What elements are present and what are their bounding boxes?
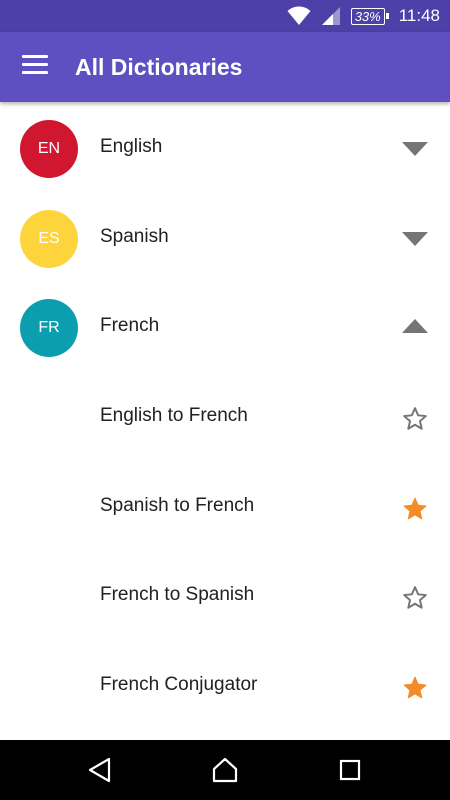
back-icon[interactable] — [85, 756, 115, 784]
language-row-english[interactable]: EN English — [0, 102, 450, 192]
recents-icon[interactable] — [335, 756, 365, 784]
language-avatar: EN — [20, 120, 78, 178]
app-bar: All Dictionaries — [0, 32, 450, 102]
wifi-icon — [287, 6, 311, 25]
dictionary-label: Spanish to French — [100, 494, 255, 516]
star-filled-icon[interactable] — [402, 496, 428, 522]
dictionary-list: EN English ES Spanish FR French English … — [0, 102, 450, 730]
star-filled-icon[interactable] — [402, 675, 428, 701]
collapse-icon[interactable] — [402, 319, 428, 334]
dictionary-label: French to Spanish — [100, 584, 255, 606]
language-label: French — [100, 315, 160, 337]
battery-level: 33% — [350, 7, 385, 25]
dictionary-label: English to French — [100, 405, 248, 427]
dictionary-item-spanish-to-french[interactable]: Spanish to French — [0, 461, 450, 551]
cell-signal-icon — [321, 7, 340, 25]
status-bar: 33% 11:48 — [0, 0, 450, 32]
expand-icon[interactable] — [402, 142, 428, 156]
star-empty-icon[interactable] — [402, 406, 428, 432]
dictionary-item-french-to-spanish[interactable]: French to Spanish — [0, 550, 450, 640]
language-row-french[interactable]: FR French — [0, 281, 450, 371]
expand-icon[interactable] — [402, 231, 428, 246]
dictionary-item-english-to-french[interactable]: English to French — [0, 371, 450, 461]
language-label: English — [100, 136, 163, 157]
language-label: Spanish — [100, 225, 169, 247]
language-row-spanish[interactable]: ES Spanish — [0, 192, 450, 282]
home-icon[interactable] — [210, 756, 240, 784]
page-title: All Dictionaries — [75, 54, 243, 80]
dictionary-label: French Conjugator — [100, 674, 258, 696]
language-avatar: ES — [20, 209, 78, 268]
star-empty-icon[interactable] — [402, 585, 428, 611]
language-avatar: FR — [20, 299, 78, 358]
dictionary-item-french-conjugator[interactable]: French Conjugator — [0, 640, 450, 730]
navigation-bar — [0, 740, 450, 800]
clock: 11:48 — [398, 6, 440, 25]
hamburger-menu-icon[interactable] — [22, 55, 48, 75]
battery-icon: 33% — [350, 7, 389, 25]
